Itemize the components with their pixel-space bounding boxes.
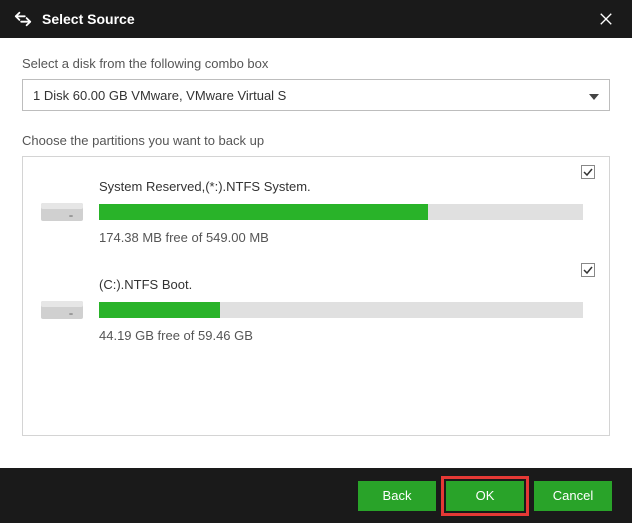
- cancel-button[interactable]: Cancel: [534, 481, 612, 511]
- content-area: Select a disk from the following combo b…: [0, 38, 632, 468]
- partition-free-text: 44.19 GB free of 59.46 GB: [99, 328, 583, 343]
- partition-checkbox[interactable]: [581, 263, 595, 277]
- disk-icon: [41, 197, 83, 227]
- partition-name: System Reserved,(*:).NTFS System.: [99, 179, 583, 194]
- list-item[interactable]: (C:).NTFS Boot. 44.19 GB free of 59.46 G…: [23, 255, 609, 353]
- choose-partitions-label: Choose the partitions you want to back u…: [22, 133, 610, 148]
- partition-details: (C:).NTFS Boot. 44.19 GB free of 59.46 G…: [99, 277, 591, 343]
- app-icon: [14, 10, 32, 28]
- footer: Back OK Cancel: [0, 468, 632, 523]
- partition-checkbox[interactable]: [581, 165, 595, 179]
- select-disk-label: Select a disk from the following combo b…: [22, 56, 610, 71]
- usage-bar: [99, 302, 583, 318]
- list-item[interactable]: System Reserved,(*:).NTFS System. 174.38…: [23, 157, 609, 255]
- chevron-down-icon: [589, 88, 599, 103]
- usage-bar-fill: [99, 302, 220, 318]
- partition-details: System Reserved,(*:).NTFS System. 174.38…: [99, 179, 591, 245]
- back-button[interactable]: Back: [358, 481, 436, 511]
- disk-combo-box[interactable]: 1 Disk 60.00 GB VMware, VMware Virtual S: [22, 79, 610, 111]
- partitions-list: System Reserved,(*:).NTFS System. 174.38…: [22, 156, 610, 436]
- partition-free-text: 174.38 MB free of 549.00 MB: [99, 230, 583, 245]
- combo-selected-text: 1 Disk 60.00 GB VMware, VMware Virtual S: [33, 88, 589, 103]
- titlebar: Select Source: [0, 0, 632, 38]
- usage-bar-fill: [99, 204, 428, 220]
- usage-bar: [99, 204, 583, 220]
- title-text: Select Source: [42, 11, 594, 27]
- close-icon[interactable]: [594, 7, 618, 31]
- disk-icon: [41, 295, 83, 325]
- partition-name: (C:).NTFS Boot.: [99, 277, 583, 292]
- ok-button[interactable]: OK: [446, 481, 524, 511]
